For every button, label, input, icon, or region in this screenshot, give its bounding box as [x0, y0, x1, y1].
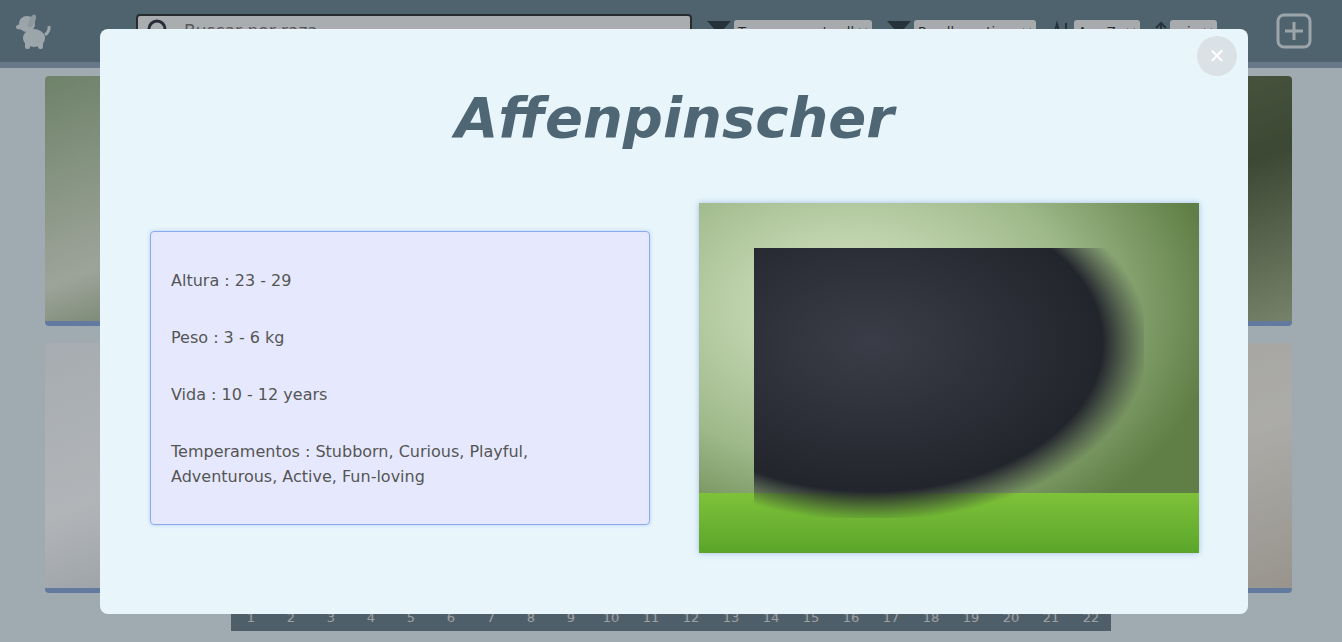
detail-line: Altura : 23 - 29 — [171, 268, 631, 293]
detail-line: Vida : 10 - 12 years — [171, 382, 631, 407]
close-button[interactable]: ✕ — [1197, 36, 1237, 76]
breed-modal: ✕ Affenpinscher Altura : 23 - 29 Peso : 3… — [100, 29, 1248, 614]
dog-figure — [754, 248, 1144, 518]
details-box: Altura : 23 - 29 Peso : 3 - 6 kg Vida : 10… — [150, 231, 650, 525]
breed-image — [699, 203, 1199, 553]
detail-line: Peso : 3 - 6 kg — [171, 325, 631, 350]
detail-line: Temperamentos : Stubborn, Curious, Playf… — [171, 439, 631, 489]
breed-title: Affenpinscher — [150, 82, 1199, 154]
page: Buscar por raza Temperaments all By all … — [0, 0, 1342, 642]
modal-body: Altura : 23 - 29 Peso : 3 - 6 kg Vida : 10… — [150, 203, 1199, 553]
